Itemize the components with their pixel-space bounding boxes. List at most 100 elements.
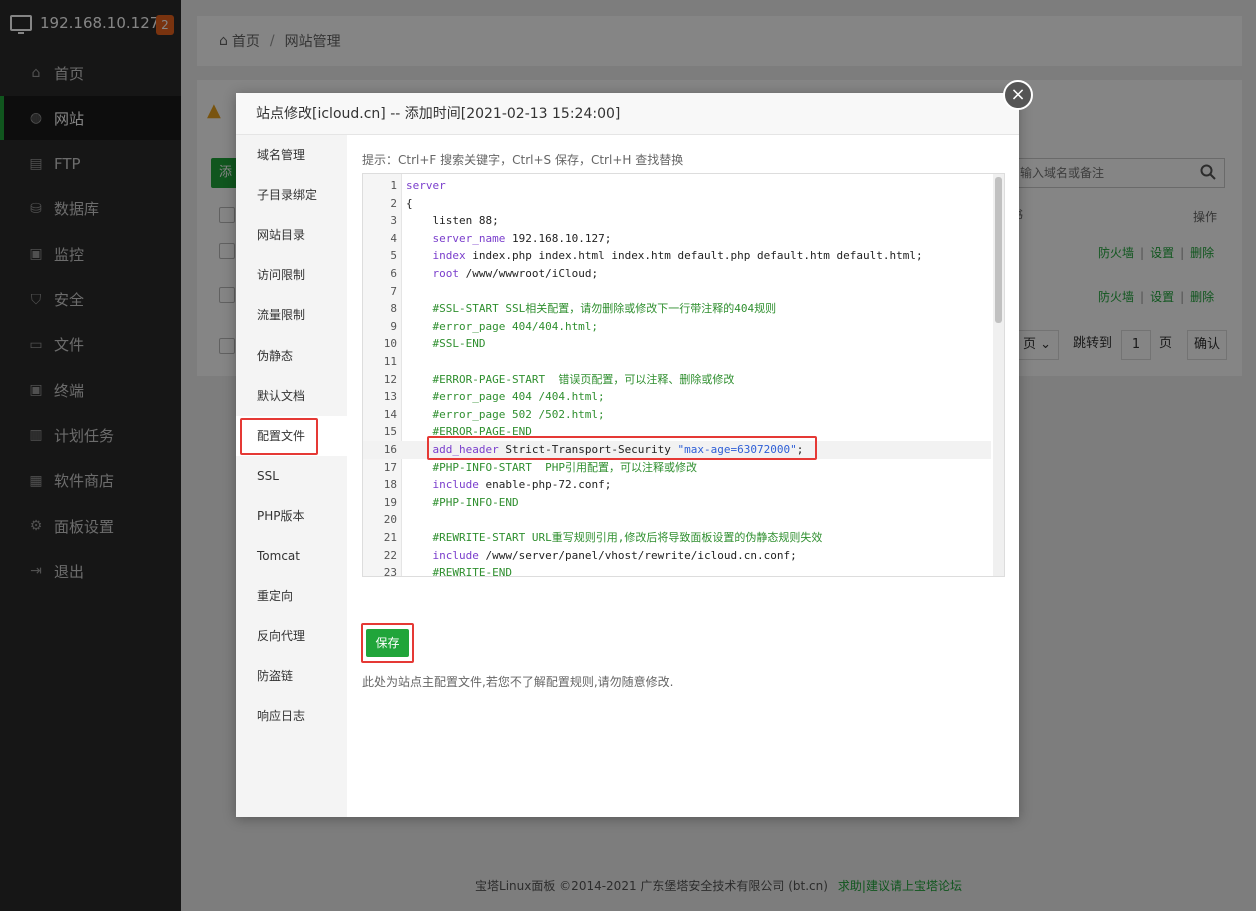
tab-7[interactable]: 配置文件: [236, 415, 347, 456]
line-code: server_name 192.168.10.127;: [432, 231, 612, 245]
line-number: 10: [383, 337, 397, 351]
tab-highlight-box: [240, 417, 318, 455]
line-code: include /www/server/panel/vhost/rewrite/…: [432, 548, 797, 562]
line-number: 9: [390, 319, 397, 333]
code-line[interactable]: 21 #REWRITE-START URL重写规则引用,修改后将导致面板设置的伪…: [363, 529, 991, 547]
line-code: listen 88;: [406, 214, 499, 228]
code-line[interactable]: 10 #SSL-END: [363, 335, 991, 353]
scrollbar-thumb[interactable]: [995, 177, 1002, 323]
tab-8[interactable]: SSL: [236, 456, 347, 496]
tab-label: 防盗链: [257, 669, 294, 684]
line-number: 18: [383, 478, 397, 492]
save-button[interactable]: 保存: [366, 629, 409, 657]
tab-9[interactable]: PHP版本: [236, 496, 347, 536]
line-number: 8: [390, 302, 397, 316]
line-code: #error_page 502 /502.html;: [406, 407, 605, 421]
line-code: {: [406, 196, 413, 210]
line-code: include enable-php-72.conf;: [432, 478, 612, 492]
line-number: 6: [390, 267, 397, 280]
code-line[interactable]: 8 #SSL-START SSL相关配置，请勿删除或修改下一行带注释的404规则: [363, 300, 991, 318]
code-line[interactable]: 9 #error_page 404/404.html;: [363, 318, 991, 336]
line-number: 20: [383, 513, 397, 527]
line-number: 2: [390, 196, 397, 210]
tab-13[interactable]: 防盗链: [236, 656, 347, 696]
code-line[interactable]: 4 server_name 192.168.10.127;: [363, 230, 991, 248]
line-code: #SSL-START SSL相关配置，请勿删除或修改下一行带注释的404规则: [406, 302, 777, 316]
line-number: 13: [383, 390, 397, 404]
line-code: #error_page 404/404.html;: [406, 319, 599, 333]
line-number: 4: [390, 231, 397, 245]
tab-12[interactable]: 反向代理: [236, 616, 347, 656]
line-number: 1: [390, 179, 397, 192]
config-note: 此处为站点主配置文件,若您不了解配置规则,请勿随意修改.: [362, 675, 674, 689]
tab-3[interactable]: 访问限制: [236, 255, 347, 295]
code-line[interactable]: 20: [363, 511, 991, 529]
tab-4[interactable]: 流量限制: [236, 295, 347, 335]
save-highlight-box: 保存: [361, 623, 414, 663]
tab-5[interactable]: 伪静态: [236, 336, 347, 376]
code-line[interactable]: 22 include /www/server/panel/vhost/rewri…: [363, 547, 991, 565]
code-line[interactable]: 5 index index.php index.html index.htm d…: [363, 247, 991, 265]
code-line[interactable]: 2{: [363, 195, 991, 213]
modal-tabs: 域名管理子目录绑定网站目录访问限制流量限制伪静态默认文档配置文件 SSL PHP版本…: [236, 135, 347, 817]
line-number: 14: [383, 407, 397, 421]
line-number: 11: [383, 355, 397, 368]
line-number: 5: [390, 249, 397, 263]
config-file-panel: 提示：Ctrl+F 搜索关键字，Ctrl+S 保存，Ctrl+H 查找替换 1s…: [347, 135, 1019, 817]
code-editor[interactable]: 1 server 2{3 listen 88; 4 server_name 192.1…: [362, 173, 1005, 577]
tab-label: PHP版本: [257, 508, 305, 523]
tab-14[interactable]: 响应日志: [236, 696, 347, 736]
code-line[interactable]: 18 include enable-php-72.conf;: [363, 476, 991, 494]
line-code: #REWRITE-END: [406, 566, 512, 577]
tab-0[interactable]: 域名管理: [236, 135, 347, 175]
code-line[interactable]: 23 #REWRITE-END: [363, 564, 991, 577]
code-line[interactable]: 11: [363, 353, 991, 371]
tab-6[interactable]: 默认文档: [236, 376, 347, 416]
tab-label: 默认文档: [257, 388, 306, 403]
tab-10[interactable]: Tomcat: [236, 536, 347, 576]
tab-label: 访问限制: [257, 268, 306, 283]
tab-label: 子目录绑定: [257, 188, 318, 203]
code-line[interactable]: 14 #error_page 502 /502.html;: [363, 406, 991, 424]
line-number: 15: [383, 425, 397, 439]
tab-1[interactable]: 子目录绑定: [236, 175, 347, 215]
editor-hint: 提示：Ctrl+F 搜索关键字，Ctrl+S 保存，Ctrl+H 查找替换: [362, 153, 684, 167]
line-number: 3: [390, 214, 397, 228]
code-line[interactable]: 6 root /www/wwwroot/iCloud;: [363, 265, 991, 283]
code-line[interactable]: 13 #error_page 404 /404.html;: [363, 388, 991, 406]
line-code: #ERROR-PAGE-START 错误页配置，可以注释、删除或修改: [406, 372, 735, 386]
close-modal-button[interactable]: ×: [1003, 80, 1033, 110]
code-line[interactable]: 1 server: [363, 177, 991, 195]
line-code: #PHP-INFO-END: [406, 495, 519, 509]
tab-label: SSL: [257, 468, 279, 483]
line-number: 17: [383, 460, 397, 474]
modal-title: 站点修改[icloud.cn] -- 添加时间[2021-02-13 15:24…: [236, 93, 1019, 135]
line-number: 19: [383, 495, 397, 509]
tab-2[interactable]: 网站目录: [236, 215, 347, 255]
editor-scrollbar[interactable]: [993, 174, 1004, 576]
tab-label: 反向代理: [257, 629, 306, 644]
tab-label: Tomcat: [257, 549, 300, 563]
highlight-box: [427, 436, 817, 460]
code-line[interactable]: 12 #ERROR-PAGE-START 错误页配置，可以注释、删除或修改: [363, 371, 991, 389]
site-edit-modal: 站点修改[icloud.cn] -- 添加时间[2021-02-13 15:24…: [236, 93, 1019, 817]
line-code: #PHP-INFO-START PHP引用配置，可以注释或修改: [406, 460, 697, 474]
tab-label: 域名管理: [257, 148, 306, 162]
line-number: 23: [383, 566, 397, 577]
code-line[interactable]: 3 listen 88;: [363, 212, 991, 230]
line-code: #REWRITE-START URL重写规则引用,修改后将导致面板设置的伪静态规…: [406, 531, 823, 544]
line-number: 21: [383, 531, 397, 544]
tab-label: 响应日志: [257, 709, 306, 724]
tab-11[interactable]: 重定向: [236, 576, 347, 616]
code-line[interactable]: 7: [363, 283, 991, 301]
line-number: 16: [383, 443, 397, 456]
line-code: root /www/wwwroot/iCloud;: [432, 267, 599, 280]
code-line[interactable]: 17 #PHP-INFO-START PHP引用配置，可以注释或修改: [363, 459, 991, 477]
tab-label: 流量限制: [257, 308, 306, 323]
line-number: 7: [390, 284, 397, 298]
line-number: 12: [383, 372, 397, 386]
code-line[interactable]: 19 #PHP-INFO-END: [363, 494, 991, 512]
line-number: 22: [383, 548, 397, 562]
line-code: #error_page 404 /404.html;: [406, 390, 605, 404]
tab-label: 重定向: [257, 589, 294, 604]
